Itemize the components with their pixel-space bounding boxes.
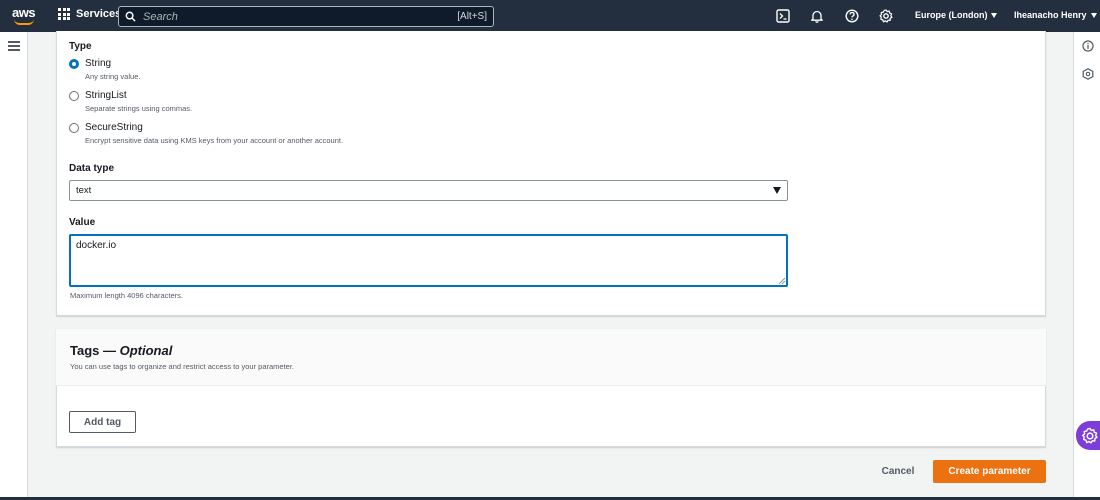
- radio-description: Separate strings using commas.: [85, 104, 193, 113]
- info-icon[interactable]: [1081, 39, 1095, 53]
- left-navigation-rail: [0, 32, 28, 500]
- floating-settings-widget[interactable]: [1076, 421, 1100, 450]
- radio-stringlist[interactable]: [69, 91, 79, 101]
- radio-label: String: [85, 58, 112, 69]
- global-search-box[interactable]: [Alt+S]: [118, 6, 494, 27]
- tags-title: Tags — Optional: [70, 343, 173, 358]
- resize-grip-icon[interactable]: [778, 277, 786, 285]
- tags-panel-header: [56, 329, 1046, 386]
- search-icon: [125, 11, 136, 22]
- search-input[interactable]: [143, 10, 458, 23]
- tags-description: You can use tags to organize and restric…: [70, 362, 295, 371]
- resources-hexagon-icon[interactable]: [1081, 67, 1095, 81]
- radio-description: Any string value.: [85, 72, 141, 81]
- add-tag-button[interactable]: Add tag: [69, 411, 136, 433]
- value-constraint-hint: Maximum length 4096 characters.: [70, 291, 183, 300]
- cloudshell-icon[interactable]: [775, 8, 791, 24]
- radio-label: StringList: [85, 90, 127, 101]
- radio-string[interactable]: [69, 59, 79, 69]
- notifications-bell-icon[interactable]: [809, 8, 825, 24]
- type-option-string[interactable]: String Any string value.: [69, 58, 140, 82]
- caret-down-icon: [773, 187, 781, 194]
- radio-description: Encrypt sensitive data using KMS keys fr…: [85, 136, 344, 145]
- cancel-button[interactable]: Cancel: [877, 462, 919, 480]
- create-parameter-button[interactable]: Create parameter: [933, 460, 1046, 483]
- value-textarea[interactable]: [69, 234, 788, 287]
- top-navigation-bar: aws Services [Alt+S]: [0, 0, 1100, 32]
- chevron-down-icon: [1090, 12, 1097, 18]
- type-label: Type: [69, 41, 92, 52]
- data-type-label: Data type: [69, 163, 115, 174]
- menu-hamburger-icon[interactable]: [8, 41, 20, 51]
- settings-gear-icon[interactable]: [878, 8, 894, 24]
- account-name: Iheanacho Henry: [1014, 10, 1087, 20]
- search-shortcut-hint: [Alt+S]: [457, 11, 487, 22]
- type-option-stringlist[interactable]: StringList Separate strings using commas…: [69, 90, 192, 114]
- account-menu[interactable]: Iheanacho Henry: [1014, 10, 1097, 20]
- aws-logo-text: aws: [12, 5, 36, 20]
- services-grid-icon: [58, 8, 70, 20]
- radio-label: SecureString: [85, 122, 143, 133]
- aws-logo[interactable]: aws: [12, 4, 38, 28]
- region-selector[interactable]: Europe (London): [915, 10, 998, 20]
- tags-title-optional: Optional: [119, 343, 173, 358]
- data-type-select[interactable]: text: [69, 180, 788, 201]
- radio-securestring[interactable]: [69, 123, 79, 133]
- gear-icon: [1082, 427, 1098, 444]
- chevron-down-icon: [991, 12, 998, 18]
- data-type-value: text: [76, 185, 92, 196]
- type-option-securestring[interactable]: SecureString Encrypt sensitive data usin…: [69, 122, 343, 146]
- value-label: Value: [69, 217, 96, 228]
- services-label: Services: [76, 8, 122, 20]
- help-icon[interactable]: [844, 8, 860, 24]
- aws-logo-smile: [14, 19, 34, 25]
- services-menu-button[interactable]: Services: [58, 8, 121, 20]
- region-label: Europe (London): [915, 10, 988, 20]
